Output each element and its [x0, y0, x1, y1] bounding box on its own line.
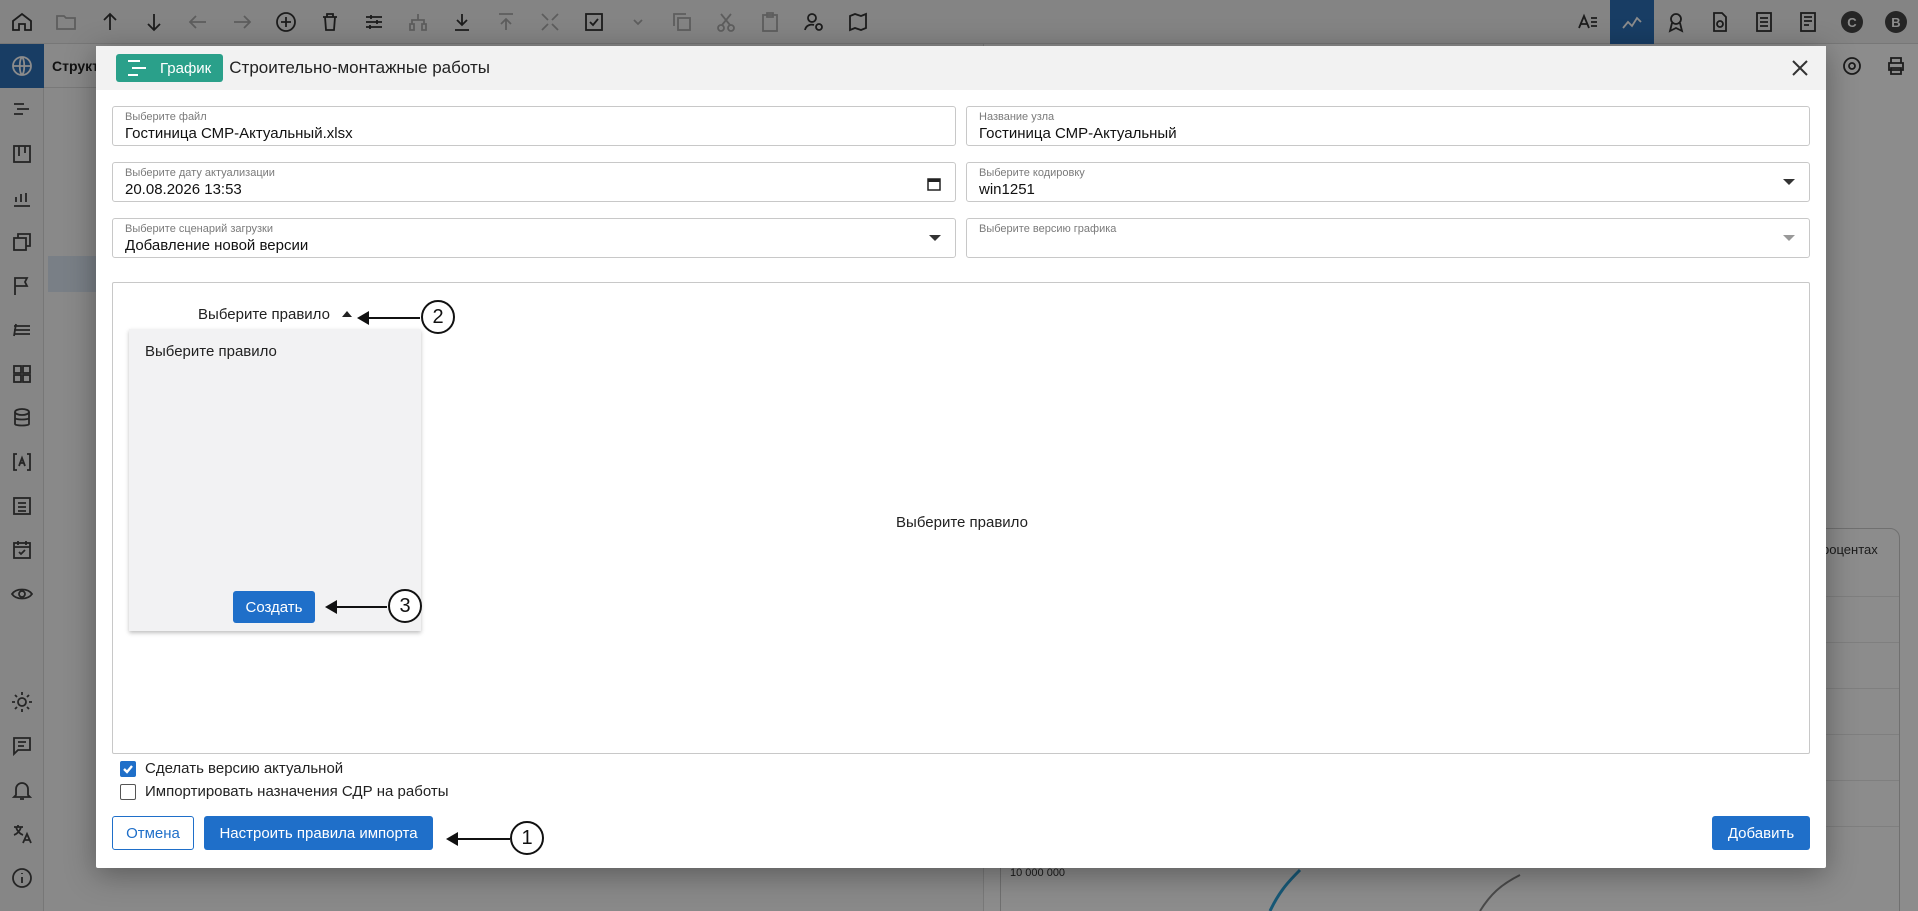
rule-dropdown-label: Выберите правило — [198, 305, 330, 323]
annotation-arrow-2 — [357, 311, 420, 325]
make-current-checkbox[interactable] — [120, 760, 136, 777]
import-wbs-checkbox[interactable] — [120, 783, 136, 800]
schedule-version-label: Выберите версию графика — [979, 223, 1117, 235]
rule-dropdown[interactable]: Выберите правило — [129, 299, 421, 329]
chevron-down-icon — [929, 235, 941, 241]
dialog-title: Строительно-монтажные работы — [229, 58, 490, 77]
schedule-version-select[interactable]: Выберите версию графика — [966, 218, 1810, 258]
encoding-value: win1251 — [979, 181, 1035, 198]
close-icon — [1792, 60, 1808, 76]
scenario-select[interactable]: Выберите сценарий загрузки Добавление но… — [112, 218, 956, 258]
annotation-arrow-3 — [325, 600, 387, 614]
annotation-marker-1: 1 — [510, 821, 544, 855]
annotation-marker-3: 3 — [388, 589, 422, 623]
node-name-label: Название узла — [979, 111, 1055, 123]
dialog-header: График Строительно-монтажные работы — [96, 46, 1826, 90]
import-wbs-label: Импортировать назначения СДР на работы — [145, 783, 449, 800]
node-name-input[interactable] — [979, 125, 1771, 142]
annotation-arrow-1 — [446, 832, 510, 846]
encoding-select[interactable]: Выберите кодировку win1251 — [966, 162, 1810, 202]
chevron-up-icon — [341, 311, 352, 317]
schedule-badge-label: График — [160, 59, 212, 77]
node-name-field[interactable]: Название узла — [966, 106, 1810, 146]
scenario-value: Добавление новой версии — [125, 237, 309, 254]
file-field-label: Выберите файл — [125, 111, 207, 123]
date-field-label: Выберите дату актуализации — [125, 167, 275, 179]
import-schedule-dialog: График Строительно-монтажные работы Выбе… — [96, 46, 1826, 868]
date-field[interactable]: Выберите дату актуализации — [112, 162, 956, 202]
encoding-label: Выберите кодировку — [979, 167, 1085, 179]
file-field[interactable]: Выберите файл — [112, 106, 956, 146]
close-button[interactable] — [1788, 56, 1812, 80]
make-current-label: Сделать версию актуальной — [145, 760, 344, 777]
add-button[interactable]: Добавить — [1712, 816, 1810, 850]
annotation-marker-2: 2 — [421, 300, 455, 334]
cancel-button[interactable]: Отмена — [112, 816, 194, 850]
rule-menu-item[interactable]: Выберите правило — [145, 343, 277, 360]
gantt-icon — [128, 60, 146, 76]
file-input[interactable] — [125, 125, 917, 142]
scenario-label: Выберите сценарий загрузки — [125, 223, 274, 235]
import-wbs-checkbox-row[interactable]: Импортировать назначения СДР на работы — [120, 783, 448, 800]
chevron-down-icon — [1783, 235, 1795, 241]
calendar-icon[interactable] — [927, 177, 941, 191]
date-input[interactable] — [125, 181, 917, 198]
make-current-checkbox-row[interactable]: Сделать версию актуальной — [120, 760, 343, 777]
rule-dropdown-menu: Выберите правило Создать — [129, 329, 421, 631]
configure-import-rules-button[interactable]: Настроить правила импорта — [204, 816, 433, 850]
create-rule-button[interactable]: Создать — [233, 591, 315, 623]
schedule-badge: График — [116, 54, 224, 82]
chevron-down-icon — [1783, 179, 1795, 185]
import-rules-panel: Выберите правило Выберите правило Выбери… — [112, 282, 1810, 754]
check-icon — [123, 764, 133, 774]
